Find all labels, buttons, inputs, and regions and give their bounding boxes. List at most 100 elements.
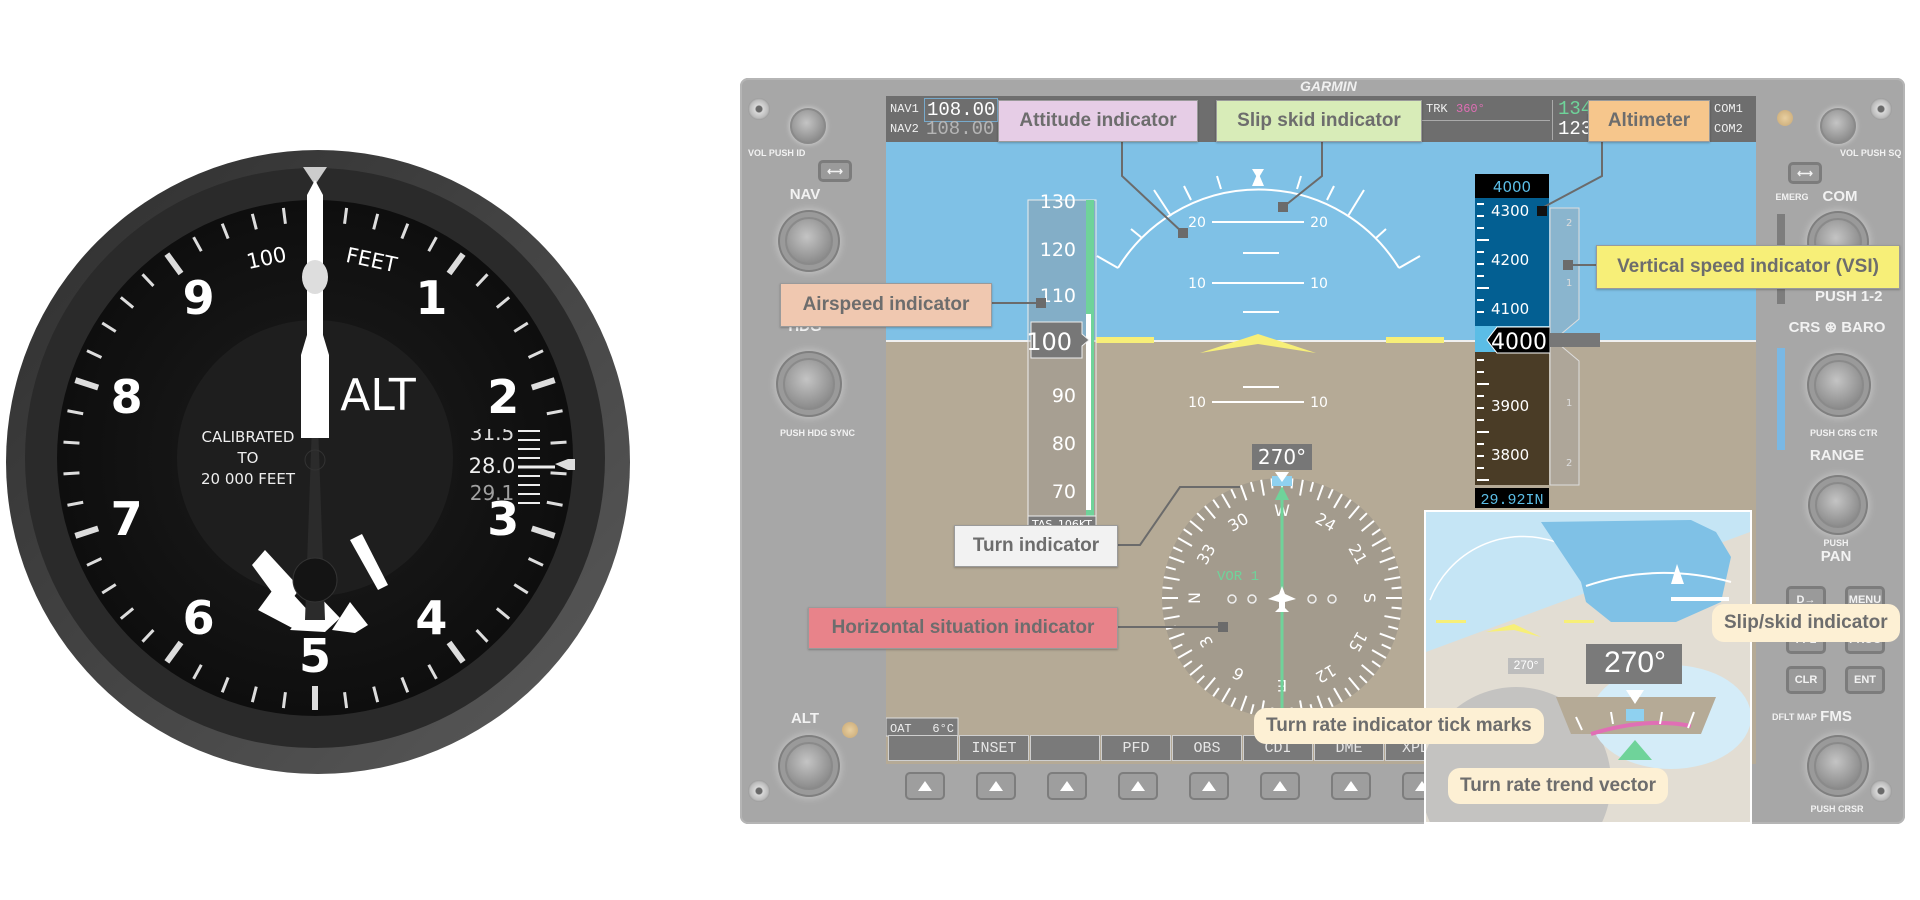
- callout-hsi: Horizontal situation indicator: [808, 607, 1118, 649]
- range-label: RANGE: [1809, 447, 1865, 464]
- wing-bar-left: [1096, 337, 1154, 343]
- thousand-feet-pointer-tip: [302, 260, 328, 294]
- airspeed-tick-label: 90: [1052, 385, 1076, 407]
- compass-tick: [1162, 606, 1173, 610]
- pitch-label: 10: [1310, 276, 1328, 292]
- push-crsr-label: PUSH CRSR: [1810, 804, 1864, 814]
- gauge-tick: [343, 207, 349, 225]
- analog-altimeter: 123456789 100 FEET ALT CALIBRATED TO 20 …: [6, 150, 630, 774]
- vsi-tick-label: 1: [1566, 278, 1572, 289]
- gauge-tick: [281, 691, 287, 709]
- softkey-button[interactable]: [1189, 772, 1229, 800]
- nav-swap-button[interactable]: ⟷: [818, 160, 852, 182]
- hdg-knob[interactable]: [783, 358, 835, 410]
- softkey-label: INSET: [959, 735, 1029, 761]
- softkey-button[interactable]: [1260, 772, 1300, 800]
- softkey-button[interactable]: [1047, 772, 1087, 800]
- aircraft-symbol-icon: [1200, 334, 1316, 353]
- dflt-map-label: DFLT MAP: [1772, 712, 1817, 722]
- calibration-line2: TO: [237, 449, 259, 467]
- alt-title: ALT: [340, 370, 416, 421]
- calibration-line3: 20 000 FEET: [201, 470, 296, 488]
- com-vol-label: VOL PUSH SQ: [1840, 148, 1902, 158]
- callout-turn-rate-tick-marks: Turn rate indicator tick marks: [1254, 708, 1544, 744]
- fms-knob[interactable]: [1814, 742, 1862, 790]
- altitude-tick-label: 4300: [1491, 202, 1529, 220]
- alt-knob[interactable]: [785, 742, 833, 790]
- nav-volume-knob[interactable]: [790, 108, 826, 144]
- callout-turn-rate-trend-vector: Turn rate trend vector: [1448, 768, 1669, 804]
- inset-heading-small: 270°: [1508, 658, 1544, 674]
- gauge-tick: [281, 207, 287, 225]
- altitude-tape-lower: [1475, 352, 1549, 485]
- callout-altimeter: Altimeter: [1588, 100, 1710, 142]
- softkey-button[interactable]: [976, 772, 1016, 800]
- vsi-tick-label: 1: [1566, 398, 1572, 409]
- compass-tick: [1391, 586, 1402, 590]
- oat-label: OAT: [890, 722, 912, 736]
- com-swap-button[interactable]: ⟷: [1788, 162, 1822, 184]
- softkey-label: OBS: [1172, 735, 1242, 761]
- vsi-tick-label: 2: [1566, 458, 1572, 469]
- push-pan-label: PUSH: [1823, 538, 1849, 548]
- airspeed-tick-label: 120: [1040, 239, 1076, 261]
- softkey-label: [1030, 735, 1100, 761]
- vsi-tick-label: 2: [1566, 218, 1572, 229]
- pitch-label: 20: [1310, 215, 1328, 231]
- altitude-current: 4000: [1491, 330, 1547, 355]
- calibration-line1: CALIBRATED: [202, 428, 295, 446]
- indicator-light: [1777, 110, 1793, 126]
- garmin-logo: GARMIN: [1300, 78, 1357, 94]
- crs-baro-knob[interactable]: [1814, 360, 1864, 410]
- dial-number: 2: [487, 370, 519, 424]
- airspeed-tick-label: 70: [1052, 481, 1076, 503]
- gauge-tick: [343, 691, 349, 709]
- heading-readout: 270°: [1258, 445, 1306, 469]
- screw-icon: [1870, 780, 1892, 802]
- com-volume-knob[interactable]: [1820, 108, 1856, 144]
- nav-knob[interactable]: [785, 217, 833, 265]
- nav-label: NAV: [789, 186, 821, 203]
- nav-source: VOR 1: [1217, 569, 1259, 585]
- dial-number: 7: [111, 492, 143, 546]
- softkey-button[interactable]: [905, 772, 945, 800]
- altitude-tick-label: 4200: [1491, 251, 1529, 269]
- gauge-tick: [550, 471, 567, 476]
- baro-setting[interactable]: 29.92IN: [1480, 492, 1543, 509]
- callout-vsi: Vertical speed indicator (VSI): [1596, 245, 1900, 289]
- left-right-arrows-icon: ⟷: [1797, 167, 1813, 180]
- altitude-tick-label: 4100: [1491, 300, 1529, 318]
- altitude-tick-label: 3900: [1491, 397, 1529, 415]
- callout-attitude-indicator: Attitude indicator: [998, 100, 1198, 142]
- callout-airspeed-indicator: Airspeed indicator: [780, 283, 992, 327]
- gauge-tick: [63, 471, 80, 476]
- softkey-button[interactable]: [1331, 772, 1371, 800]
- push-1-2-label: PUSH 1-2: [1815, 288, 1883, 305]
- callout-slip-skid-inset: Slip/skid indicator: [1712, 604, 1900, 642]
- left-right-arrows-icon: ⟷: [827, 165, 843, 178]
- softkey-label: PFD: [1101, 735, 1171, 761]
- pitch-ladder: [1212, 221, 1304, 403]
- dial-number: 9: [183, 271, 215, 325]
- airspeed-tick-label: 80: [1052, 433, 1076, 455]
- gauge-tick: [63, 440, 80, 445]
- gauge-tick: [550, 440, 567, 445]
- com-label: COM: [1822, 188, 1858, 205]
- compass-label: S: [1360, 593, 1379, 603]
- callout-slip-skid-indicator: Slip skid indicator: [1216, 100, 1422, 142]
- slip-skid-bar: [1671, 597, 1729, 601]
- oat-value: 6°C: [932, 722, 954, 736]
- callout-turn-indicator: Turn indicator: [954, 525, 1118, 567]
- heading-bug: [1626, 709, 1644, 721]
- compass-label: N: [1185, 592, 1204, 604]
- vsi-pointer: [1550, 333, 1600, 347]
- screw-icon: [1870, 98, 1892, 120]
- selected-altitude[interactable]: 4000: [1493, 178, 1531, 196]
- range-pan-joystick[interactable]: [1815, 482, 1861, 528]
- inset-heading-big: 270°: [1603, 646, 1667, 679]
- pitch-label: 20: [1188, 215, 1206, 231]
- clr-button[interactable]: CLR: [1786, 666, 1826, 694]
- ent-button[interactable]: ENT: [1845, 666, 1885, 694]
- softkey-button[interactable]: [1118, 772, 1158, 800]
- wing-bar-right: [1386, 337, 1444, 343]
